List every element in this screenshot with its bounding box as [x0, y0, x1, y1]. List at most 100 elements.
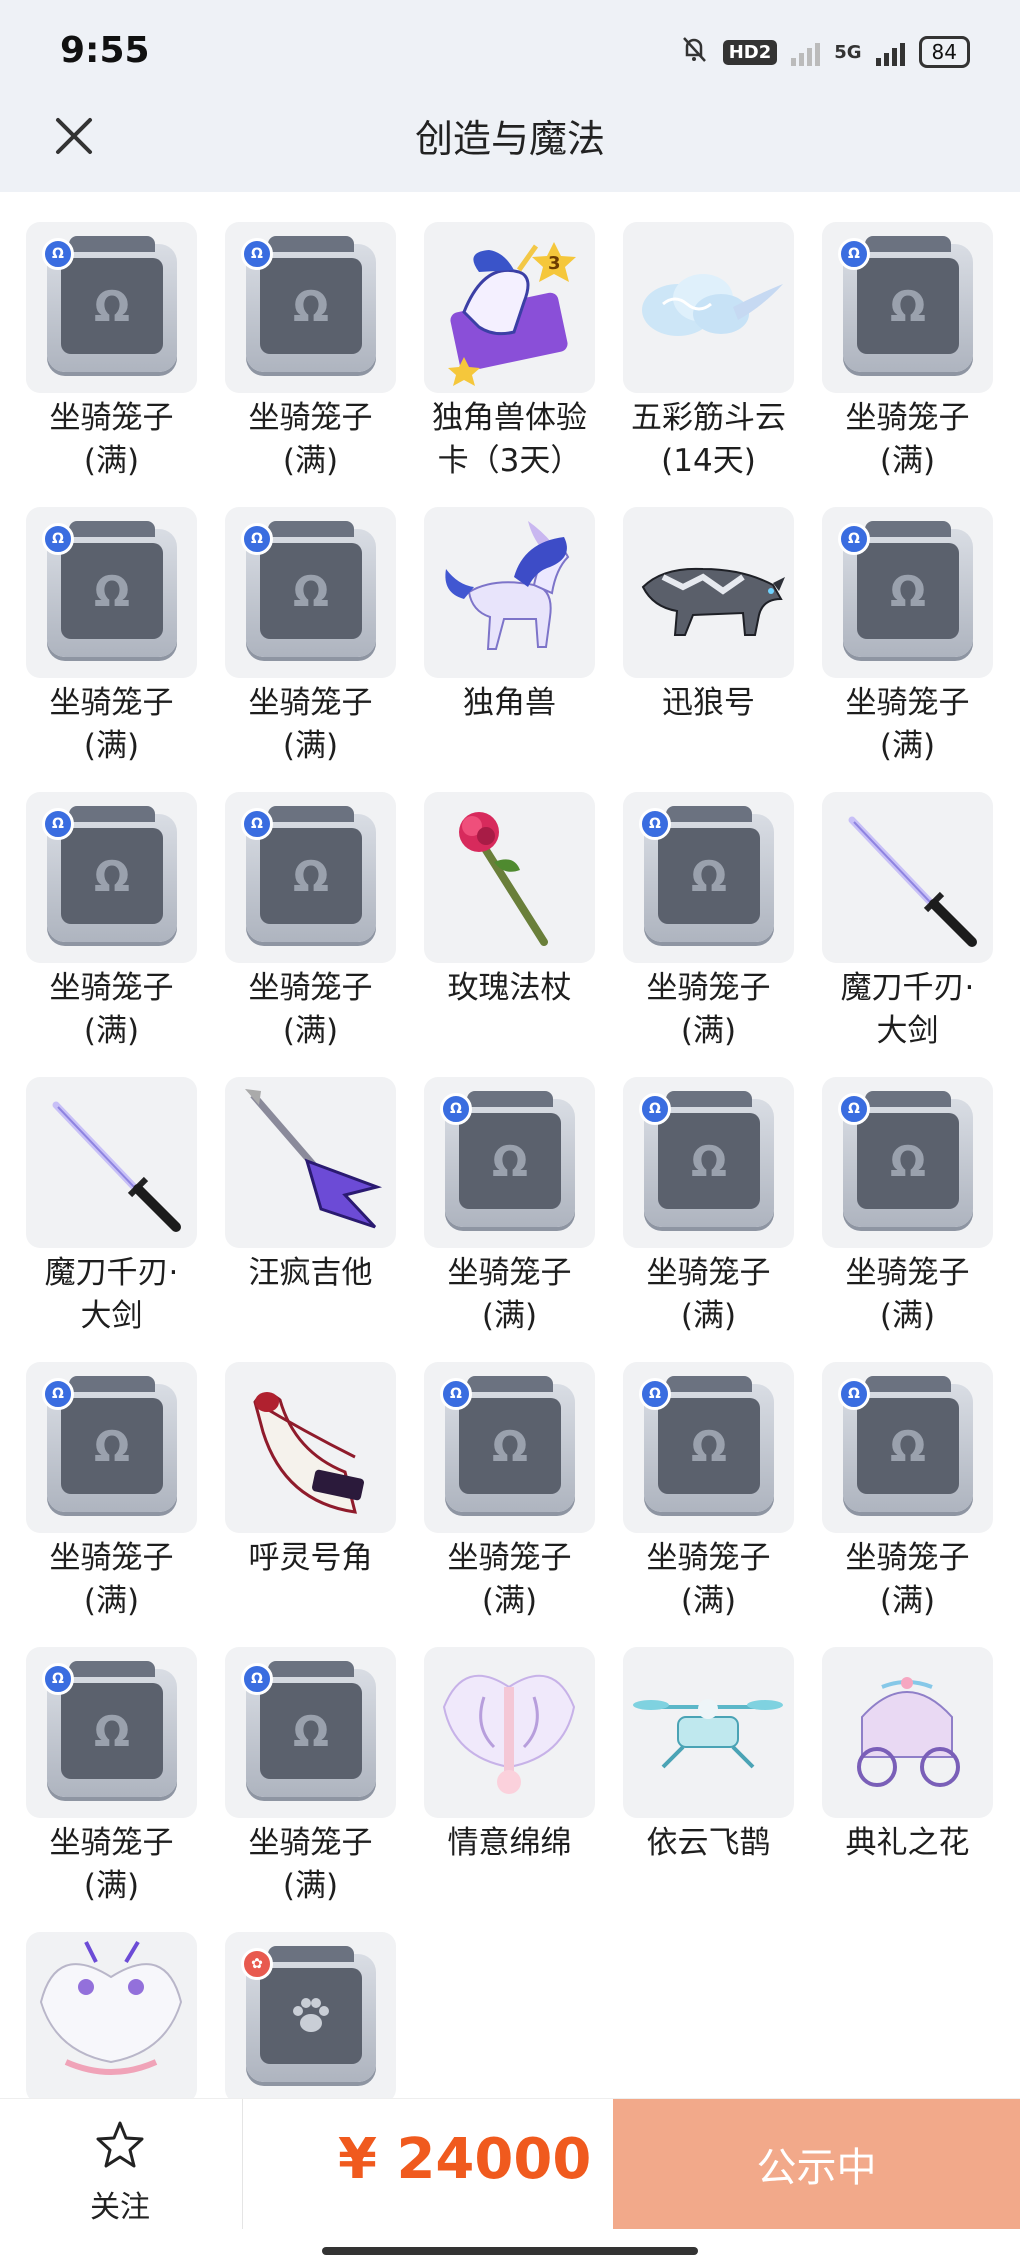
item-label: 独角兽体验 卡（3天） [432, 400, 587, 479]
item-thumbnail [424, 507, 595, 678]
mount-badge-icon: Ω [241, 1663, 273, 1695]
mount-badge-icon: Ω [838, 1378, 870, 1410]
item-card[interactable]: 迅狼号 [623, 507, 794, 762]
item-thumbnail [623, 222, 794, 393]
status-bar: 9:55 HD2 5G 84 [0, 0, 1020, 100]
mount-badge-icon: Ω [838, 1093, 870, 1125]
item-thumbnail [424, 1647, 595, 1818]
item-card[interactable]: 情意绵绵 [424, 1647, 595, 1902]
wolf-icon [641, 567, 785, 636]
price: ¥ 24000 [338, 2127, 592, 2192]
item-thumbnail: ΩΩ [623, 792, 794, 963]
item-card[interactable]: Ω Ω 坐骑笼子 (满) [822, 507, 993, 764]
publicity-button[interactable]: 公示中 [613, 2099, 1020, 2229]
item-card[interactable]: Ω Ω 坐骑笼子 (满) [623, 1077, 794, 1334]
mute-bell-icon [679, 34, 709, 70]
item-label: 魔刀千刃· 大剑 [840, 970, 975, 1049]
mount-badge-icon: Ω [440, 1093, 472, 1125]
item-card[interactable]: Ω Ω 坐骑笼子 (满) [26, 1362, 197, 1619]
item-label: 坐骑笼子 (满) [845, 1255, 970, 1334]
item-card[interactable]: 独角兽 [424, 507, 595, 762]
item-thumbnail: ΩΩ [225, 792, 396, 963]
item-label: 五彩筋斗云 (14天) [631, 400, 786, 479]
item-label: 坐骑笼子 (满) [49, 1825, 174, 1904]
item-label: 典礼之花 [845, 1825, 970, 1861]
item-label: 坐骑笼子 (满) [49, 685, 174, 764]
item-thumbnail: 3 [424, 222, 595, 393]
item-card[interactable]: Ω Ω 坐骑笼子 (满) [26, 507, 197, 764]
mount-badge-icon: Ω [440, 1378, 472, 1410]
item-card[interactable]: 魔刀千刃· 大剑 [822, 792, 993, 1049]
drone-icon [633, 1699, 783, 1769]
item-card[interactable]: 呼灵号角 [225, 1362, 396, 1617]
network-badge: HD2 [722, 39, 778, 65]
item-label: 坐骑笼子 (满) [646, 1540, 771, 1619]
mount-badge-icon: Ω [639, 808, 671, 840]
wings-white-icon [39, 1940, 183, 2075]
item-label: 坐骑笼子 (满) [845, 685, 970, 764]
item-card[interactable]: Ω Ω 坐骑笼子 (满) [225, 222, 396, 479]
item-card[interactable]: 五彩筋斗云 (14天) [623, 222, 794, 479]
item-label: 坐骑笼子 (满) [646, 970, 771, 1049]
item-label: 坐骑笼子 (满) [646, 1255, 771, 1334]
item-card[interactable]: Ω Ω 坐骑笼子 (满) [26, 792, 197, 1049]
item-card[interactable]: Ω Ω 坐骑笼子 (满) [225, 507, 396, 764]
item-card[interactable]: Ω Ω 坐骑笼子 (满) [623, 792, 794, 1049]
item-card[interactable]: Ω Ω 坐骑笼子 (满) [225, 1647, 396, 1904]
item-thumbnail: ΩΩ [822, 1362, 993, 1533]
item-card[interactable]: 魔刀千刃· 大剑 [26, 1077, 197, 1334]
status-time: 9:55 [60, 30, 150, 71]
mount-badge-icon: Ω [42, 1663, 74, 1695]
item-card[interactable]: 3 独角兽体验 卡（3天） [424, 222, 595, 479]
item-thumbnail: ΩΩ [225, 1647, 396, 1818]
rose-staff-icon [459, 812, 548, 946]
item-label: 坐骑笼子 (满) [49, 400, 174, 479]
item-thumbnail: ΩΩ [26, 792, 197, 963]
item-label: 坐骑笼子 (满) [447, 1540, 572, 1619]
item-card[interactable]: Ω Ω 坐骑笼子 (满) [822, 222, 993, 479]
item-thumbnail: ΩΩ [623, 1077, 794, 1248]
item-card[interactable]: 汪疯吉他 [225, 1077, 396, 1332]
item-card[interactable]: Ω Ω 坐骑笼子 (满) [822, 1077, 993, 1334]
mount-badge-icon: Ω [241, 808, 273, 840]
item-grid: Ω Ω 坐骑笼子 (满) Ω Ω 坐骑笼子 (满) 3 独角兽体验 卡（3天） 五彩筋斗云 (1… [26, 222, 1001, 2187]
item-thumbnail: ΩΩ [225, 507, 396, 678]
guitar-icon [245, 1089, 383, 1229]
home-indicator[interactable] [322, 2247, 698, 2255]
cloud-icon [642, 274, 783, 336]
item-label: 坐骑笼子 (满) [248, 1825, 373, 1904]
item-card[interactable]: Ω Ω 坐骑笼子 (满) [424, 1077, 595, 1334]
signal-bars-2-icon [875, 38, 905, 66]
item-label: 迅狼号 [662, 685, 755, 721]
mount-badge-icon: Ω [639, 1093, 671, 1125]
item-thumbnail [822, 792, 993, 963]
item-label: 魔刀千刃· 大剑 [44, 1255, 179, 1334]
item-card[interactable]: 玫瑰法杖 [424, 792, 595, 1047]
item-card[interactable]: Ω Ω 坐骑笼子 (满) [26, 1647, 197, 1904]
item-label: 坐骑笼子 (满) [248, 685, 373, 764]
unicorn-card-icon: 3 [448, 242, 576, 386]
item-thumbnail: ✿ [225, 1932, 396, 2103]
wings-icon [442, 1674, 576, 1794]
mount-badge-icon: Ω [42, 238, 74, 270]
item-label: 坐骑笼子 (满) [845, 400, 970, 479]
item-thumbnail [822, 1647, 993, 1818]
sword-icon [848, 816, 977, 947]
item-card[interactable]: 依云飞鹊 [623, 1647, 794, 1902]
item-thumbnail: ΩΩ [623, 1362, 794, 1533]
item-card[interactable]: Ω Ω 坐骑笼子 (满) [424, 1362, 595, 1619]
mount-badge-icon: Ω [42, 808, 74, 840]
item-label: 独角兽 [463, 685, 556, 721]
follow-button[interactable]: 关注 [60, 2119, 180, 2225]
bottom-bar: 关注 ¥ 24000 公示中 [0, 2098, 1020, 2229]
item-card[interactable]: Ω Ω 坐骑笼子 (满) [26, 222, 197, 479]
item-label: 坐骑笼子 (满) [49, 1540, 174, 1619]
item-card[interactable]: Ω Ω 坐骑笼子 (满) [822, 1362, 993, 1619]
item-card[interactable]: 典礼之花 [822, 1647, 993, 1902]
mount-badge-icon: Ω [241, 238, 273, 270]
follow-label: 关注 [90, 2190, 150, 2225]
item-label: 汪疯吉他 [248, 1255, 373, 1291]
item-thumbnail [424, 792, 595, 963]
item-card[interactable]: Ω Ω 坐骑笼子 (满) [623, 1362, 794, 1619]
item-card[interactable]: Ω Ω 坐骑笼子 (满) [225, 792, 396, 1049]
